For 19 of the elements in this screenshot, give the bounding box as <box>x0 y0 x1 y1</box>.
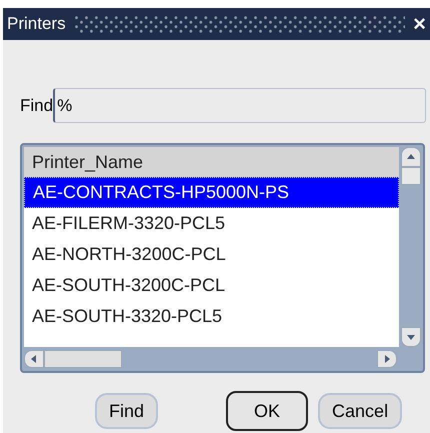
scroll-thumb[interactable] <box>401 167 421 185</box>
up-arrow-icon <box>406 152 416 162</box>
scroll-left-button[interactable] <box>24 350 44 368</box>
find-label: Find <box>20 94 54 117</box>
dialog-button[interactable]: Cancel <box>318 393 402 429</box>
dialog-button[interactable]: Find <box>95 393 158 429</box>
scroll-right-button[interactable] <box>377 350 397 368</box>
dialog-button[interactable]: OK <box>226 391 308 431</box>
find-field[interactable]: % <box>53 88 426 123</box>
right-arrow-icon <box>382 354 392 364</box>
scroll-down-button[interactable] <box>401 327 421 347</box>
down-arrow-icon <box>406 332 416 342</box>
horizontal-scroll-thumb[interactable] <box>44 350 122 368</box>
scroll-up-button[interactable] <box>401 147 421 167</box>
column-header[interactable]: Printer_Name <box>24 147 399 177</box>
window-title: Printers <box>7 13 66 36</box>
close-button[interactable]: × <box>413 13 426 35</box>
left-arrow-icon <box>29 354 39 364</box>
list-row[interactable]: AE-CONTRACTS-HP5000N-PS <box>24 177 399 208</box>
